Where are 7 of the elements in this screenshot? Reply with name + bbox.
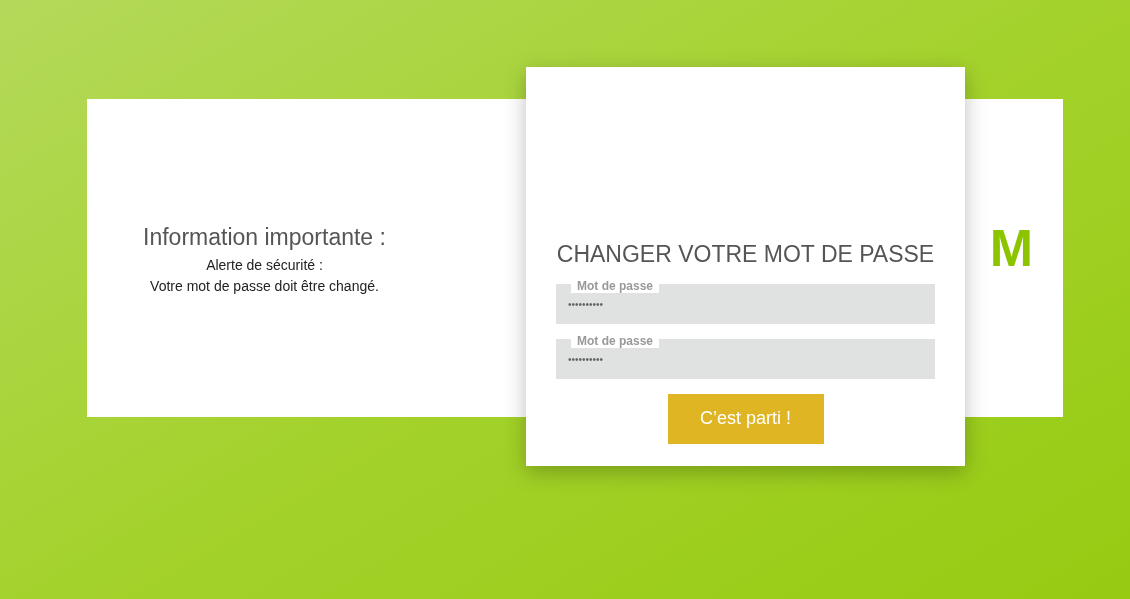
dialog-title: CHANGER VOTRE MOT DE PASSE [556,240,935,269]
alert-text: Votre mot de passe doit être changé. [150,277,379,297]
field-label: Mot de passe [571,333,660,348]
field-label: Mot de passe [571,278,660,293]
brand-text: M [989,218,1033,279]
info-title: Information importante : [143,222,386,252]
alert-text: Alerte de sécurité : [206,256,323,276]
